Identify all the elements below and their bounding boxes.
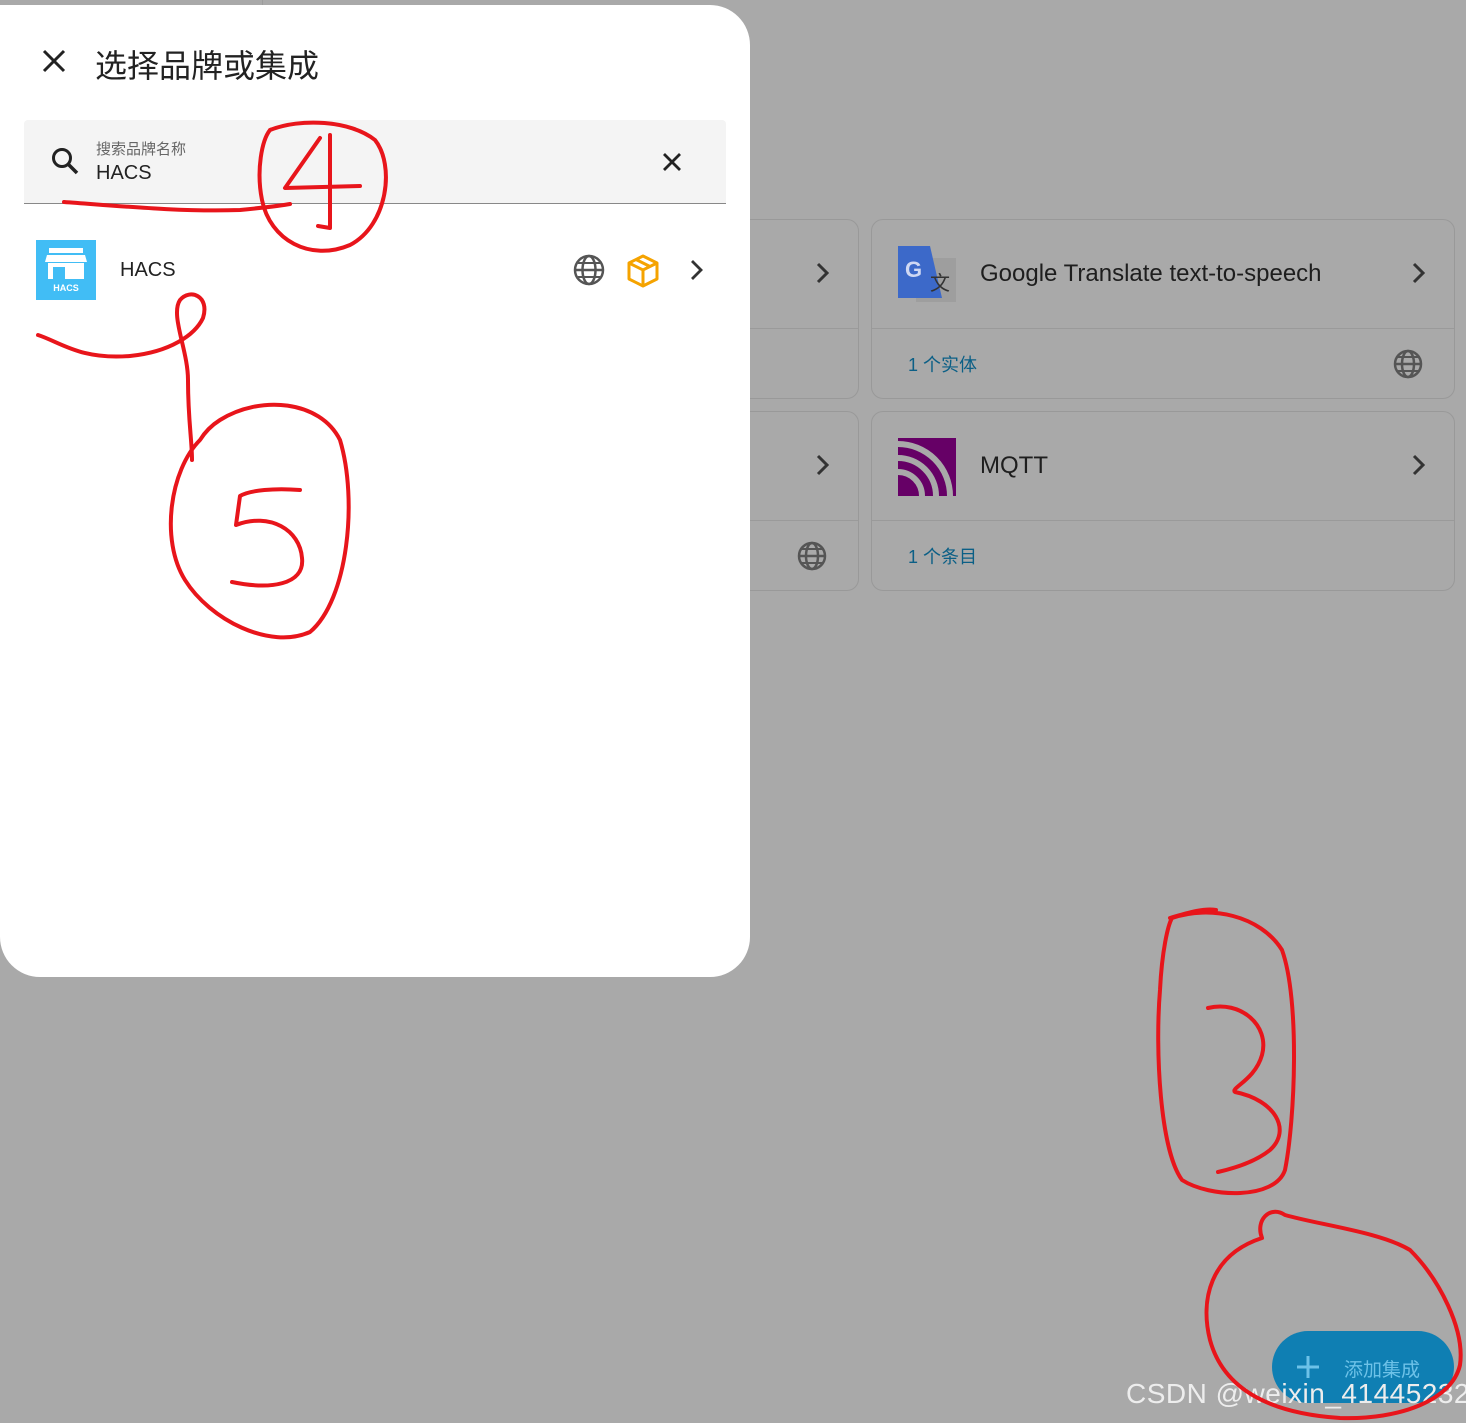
annotation-circle-3-top	[1168, 907, 1218, 920]
search-label: 搜索品牌名称	[96, 141, 187, 158]
plus-icon	[1297, 1356, 1319, 1378]
annotation-circle-3	[1156, 910, 1297, 1196]
integration-card-mqtt[interactable]: MQTT 1 个条目	[871, 411, 1455, 591]
chevron-right-icon	[816, 262, 830, 284]
clear-icon[interactable]	[658, 148, 686, 176]
entity-count-link[interactable]: 1 个实体	[908, 351, 977, 377]
entry-count-link[interactable]: 1 个条目	[908, 543, 977, 569]
svg-text:文: 文	[930, 271, 950, 295]
annotation-digit-3	[1206, 1004, 1282, 1174]
custom-integration-cube-icon	[627, 254, 659, 288]
result-name: HACS	[120, 259, 176, 281]
globe-icon	[797, 541, 827, 571]
chevron-right-icon	[1412, 454, 1426, 476]
select-brand-dialog: 选择品牌或集成 搜索品牌名称 HACS HACS	[0, 5, 750, 977]
chevron-right-icon	[816, 454, 830, 476]
integration-card-google-translate[interactable]: G 文 Google Translate text-to-speech 1 个实…	[871, 219, 1455, 399]
chevron-right-icon	[1412, 262, 1426, 284]
search-field[interactable]: 搜索品牌名称	[24, 120, 726, 204]
svg-text:G: G	[905, 257, 922, 282]
globe-icon	[573, 254, 605, 286]
google-translate-logo: G 文	[898, 246, 956, 302]
mqtt-logo	[897, 438, 956, 497]
search-input[interactable]	[96, 162, 396, 185]
list-item-hacs[interactable]: HACS HACS	[0, 235, 750, 305]
card-title: MQTT	[980, 452, 1048, 479]
close-icon[interactable]	[36, 43, 72, 79]
card-title: Google Translate text-to-speech	[980, 260, 1322, 287]
globe-icon	[1393, 349, 1423, 379]
watermark: CSDN @weixin_41445232	[1126, 1378, 1466, 1409]
search-icon	[52, 148, 79, 175]
hacs-logo-text: HACS	[53, 283, 79, 293]
hacs-logo: HACS	[36, 240, 96, 300]
dialog-title: 选择品牌或集成	[95, 48, 320, 84]
chevron-right-icon	[691, 260, 703, 280]
